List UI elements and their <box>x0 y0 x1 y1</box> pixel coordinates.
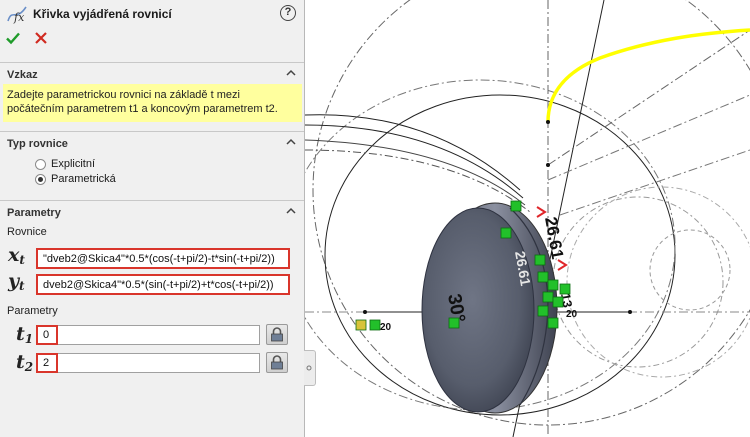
section-parameters-header[interactable]: Parametry <box>0 200 304 222</box>
t2-variable-label: t2 <box>16 351 33 374</box>
help-icon[interactable]: ? <box>280 5 296 21</box>
parameters-label: Parametry <box>7 305 58 317</box>
radio-button-checked[interactable] <box>35 173 46 185</box>
part-body[interactable] <box>421 202 558 414</box>
x-equation-text: "dveb2@Skica4"*0.5*(cos(-t+pi/2)-t*sin(-… <box>43 253 275 265</box>
x-variable-subscript: t <box>19 253 25 267</box>
radio-explicit[interactable]: Explicitní <box>35 157 95 171</box>
t1-value-highlight: 0 <box>36 325 58 345</box>
x-variable-symbol: x <box>8 244 20 266</box>
t1-lock-button[interactable] <box>266 324 288 345</box>
y-variable-symbol: y <box>8 270 20 292</box>
origin-coordinate-label: 20 <box>380 322 392 333</box>
radio-explicit-label: Explicitní <box>51 158 96 170</box>
radio-button-unchecked[interactable] <box>35 158 46 170</box>
t1-variable-label: t1 <box>16 323 33 346</box>
cancel-x-icon[interactable] <box>33 30 49 46</box>
t2-variable-symbol: t <box>16 351 25 373</box>
equations-label: Rovnice <box>7 226 47 238</box>
t1-value: 0 <box>43 329 50 341</box>
t2-input[interactable]: 2 <box>36 353 260 373</box>
chevron-up-icon <box>286 207 296 214</box>
svg-text:fx: fx <box>13 11 25 24</box>
y-equation-text: dveb2@Skica4"*0.5*(sin(-t+pi/2)+t*cos(-t… <box>43 279 274 291</box>
right-coordinate-label: 20 <box>566 309 578 320</box>
section-message-header[interactable]: Vzkaz <box>0 62 304 84</box>
y-variable-label: yt <box>8 270 25 293</box>
panel-title: Křivka vyjádřená rovnicí <box>33 7 172 21</box>
y-equation-input[interactable]: dveb2@Skica4"*0.5*(sin(-t+pi/2)+t*cos(-t… <box>36 274 290 295</box>
radio-parametric[interactable]: Parametrická <box>35 172 116 186</box>
t1-variable-subscript: 1 <box>24 332 34 346</box>
section-equation-type-title: Typ rovnice <box>7 138 68 150</box>
chevron-up-icon <box>286 69 296 76</box>
t2-value: 2 <box>43 357 50 369</box>
graphics-viewport[interactable]: 30° 26.61 26.61 13 20 20 <box>305 0 750 437</box>
radio-parametric-label: Parametrická <box>51 173 116 185</box>
section-parameters-title: Parametry <box>7 207 61 219</box>
section-equation-type-header[interactable]: Typ rovnice <box>0 131 304 153</box>
property-manager-panel: fx Křivka vyjádřená rovnicí ? Vzkaz Zade… <box>0 0 305 437</box>
lock-icon <box>271 355 283 370</box>
equation-curve-icon: fx <box>7 6 27 24</box>
t2-variable-subscript: 2 <box>24 360 34 374</box>
section-message-title: Vzkaz <box>7 69 38 81</box>
y-variable-subscript: t <box>19 279 25 293</box>
t1-variable-symbol: t <box>16 323 25 345</box>
lock-icon <box>271 327 283 342</box>
confirm-check-icon[interactable] <box>5 30 21 46</box>
equation-curve-preview[interactable] <box>546 28 750 123</box>
t1-input[interactable]: 0 <box>36 325 260 345</box>
x-equation-input[interactable]: "dveb2@Skica4"*0.5*(cos(-t+pi/2)-t*sin(-… <box>36 248 290 269</box>
x-variable-label: xt <box>8 244 25 267</box>
message-box: Zadejte parametrickou rovnici na základě… <box>3 84 302 122</box>
t2-value-highlight: 2 <box>36 353 58 373</box>
chevron-up-icon <box>286 138 296 145</box>
t2-lock-button[interactable] <box>266 352 288 373</box>
panel-header: fx Křivka vyjádřená rovnicí ? <box>0 0 305 28</box>
